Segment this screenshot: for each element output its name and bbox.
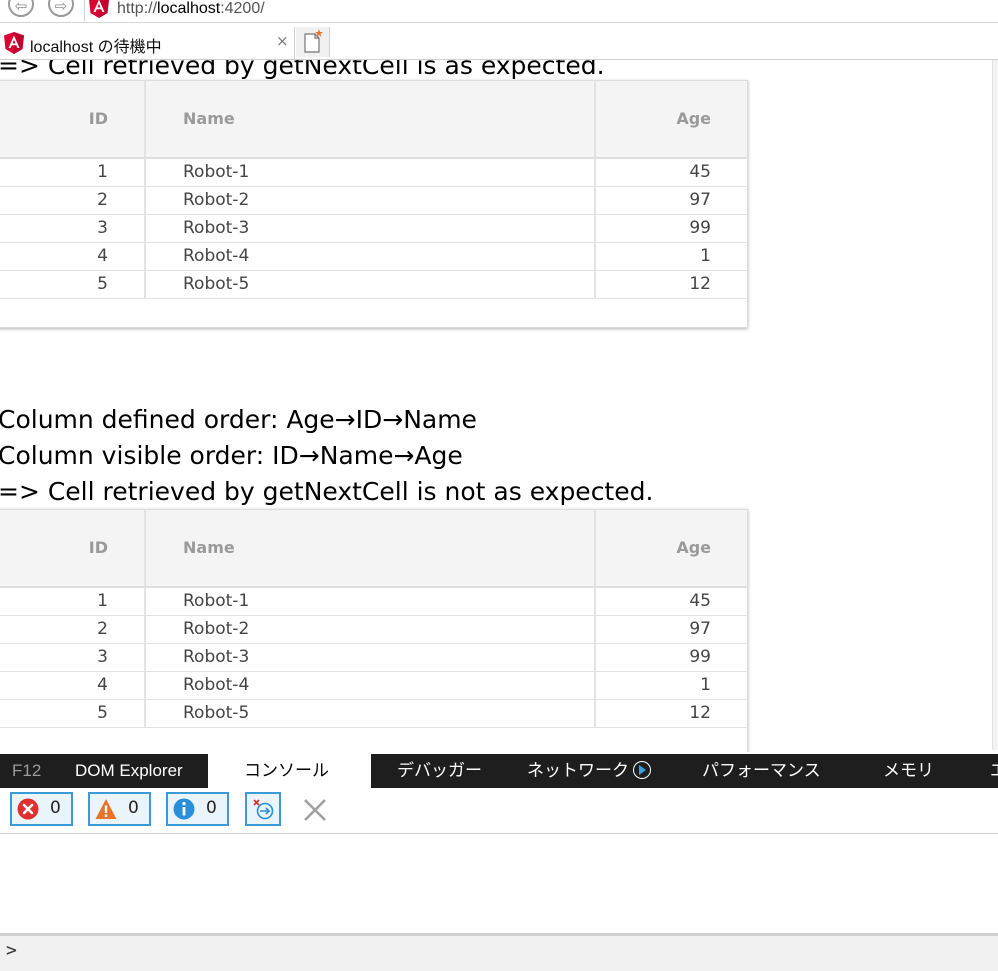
grid-header: ID Name Age	[0, 510, 747, 588]
clear-console-icon[interactable]	[302, 797, 328, 823]
defined-order-text: Column defined order: Age→ID→Name	[0, 405, 477, 434]
cell-name[interactable]: Robot-1	[146, 588, 596, 615]
tab-strip: localhost の待機中 ×	[0, 23, 998, 60]
table-row[interactable]: 3 Robot-3 99	[0, 644, 747, 672]
cell-name[interactable]: Robot-4	[146, 243, 596, 270]
clear-on-navigate-button[interactable]	[245, 792, 281, 826]
address-bar: ⇦ ⇨ http://localhost:4200/	[0, 0, 998, 23]
clear-on-navigate-icon	[253, 799, 274, 820]
cell-name[interactable]: Robot-1	[146, 159, 596, 186]
cell-id[interactable]: 4	[0, 243, 146, 270]
header-age[interactable]: Age	[596, 81, 747, 157]
cell-age[interactable]: 99	[596, 215, 747, 242]
table-row[interactable]: 2 Robot-2 97	[0, 616, 747, 644]
console-input[interactable]: >	[0, 933, 998, 971]
cell-age[interactable]: 1	[596, 243, 747, 270]
errors-filter-button[interactable]: 0	[10, 792, 73, 826]
close-icon[interactable]: ×	[276, 32, 289, 50]
url-text: http://localhost:4200/	[117, 0, 265, 17]
console-toolbar: 0 0 0	[0, 790, 998, 830]
tab-performance[interactable]: パフォーマンス	[702, 754, 821, 788]
warning-icon	[95, 799, 117, 819]
cell-age[interactable]: 97	[596, 187, 747, 214]
cell-id[interactable]: 5	[0, 700, 146, 727]
info-filter-button[interactable]: 0	[166, 792, 229, 826]
tab-memory[interactable]: メモリ	[883, 754, 934, 788]
new-tab-icon	[304, 29, 323, 53]
error-icon	[17, 798, 39, 820]
cell-name[interactable]: Robot-3	[146, 215, 596, 242]
cell-age[interactable]: 12	[596, 700, 747, 727]
tab-emulation[interactable]: エ	[990, 754, 998, 788]
table-row[interactable]: 1 Robot-1 45	[0, 159, 747, 187]
table-row[interactable]: 5 Robot-5 12	[0, 700, 747, 728]
cell-id[interactable]: 1	[0, 588, 146, 615]
cell-id[interactable]: 5	[0, 271, 146, 298]
tab-console[interactable]: コンソール	[208, 754, 371, 788]
cell-name[interactable]: Robot-5	[146, 271, 596, 298]
visible-order-text: Column visible order: ID→Name→Age	[0, 441, 463, 470]
table-row[interactable]: 4 Robot-4 1	[0, 672, 747, 700]
angular-logo-icon	[89, 0, 109, 18]
data-grid-1: ID Name Age 1 Robot-1 45 2 Robot-2 97 3 …	[0, 80, 748, 328]
cell-id[interactable]: 4	[0, 672, 146, 699]
cell-name[interactable]: Robot-2	[146, 616, 596, 643]
cell-name[interactable]: Robot-5	[146, 700, 596, 727]
cell-id[interactable]: 2	[0, 187, 146, 214]
cell-age[interactable]: 99	[596, 644, 747, 671]
cell-age[interactable]: 45	[596, 588, 747, 615]
cell-age[interactable]: 12	[596, 271, 747, 298]
cell-age[interactable]: 1	[596, 672, 747, 699]
grid-footer	[0, 299, 747, 327]
browser-tab[interactable]: localhost の待機中 ×	[0, 27, 295, 59]
cell-age[interactable]: 45	[596, 159, 747, 186]
tab-f12: F12	[12, 761, 42, 780]
url-field[interactable]: http://localhost:4200/	[84, 0, 998, 21]
header-id[interactable]: ID	[0, 510, 146, 586]
devtools-tab-bar: F12 DOM Explorer コンソール デバッガー ネットワーク パフォー…	[0, 754, 998, 788]
header-age[interactable]: Age	[596, 510, 747, 586]
back-arrow-icon[interactable]: ⇦	[8, 0, 34, 17]
data-grid-2: ID Name Age 1 Robot-1 45 2 Robot-2 97 3 …	[0, 509, 748, 752]
grid-header: ID Name Age	[0, 81, 747, 159]
cell-id[interactable]: 3	[0, 644, 146, 671]
new-tab-button[interactable]	[296, 27, 330, 57]
header-id[interactable]: ID	[0, 81, 146, 157]
cell-name[interactable]: Robot-3	[146, 644, 596, 671]
cell-id[interactable]: 3	[0, 215, 146, 242]
tab-network[interactable]: ネットワーク	[527, 754, 651, 788]
page-scrollbar[interactable]	[992, 60, 998, 750]
tab-dom-explorer[interactable]: DOM Explorer	[75, 754, 183, 788]
header-name[interactable]: Name	[146, 510, 596, 586]
cell-name[interactable]: Robot-2	[146, 187, 596, 214]
prompt-chevron-icon: >	[6, 940, 17, 961]
forward-arrow-icon[interactable]: ⇨	[48, 0, 74, 17]
table-row[interactable]: 3 Robot-3 99	[0, 215, 747, 243]
cell-age[interactable]: 97	[596, 616, 747, 643]
info-icon	[173, 798, 195, 820]
errors-count: 0	[50, 798, 61, 818]
result-text-2: => Cell retrieved by getNextCell is not …	[0, 477, 654, 506]
cell-id[interactable]: 2	[0, 616, 146, 643]
tab-title: localhost の待機中	[30, 39, 162, 56]
table-row[interactable]: 2 Robot-2 97	[0, 187, 747, 215]
grid-footer	[0, 728, 747, 752]
cell-name[interactable]: Robot-4	[146, 672, 596, 699]
devtools-panel: F12 DOM Explorer コンソール デバッガー ネットワーク パフォー…	[0, 752, 998, 971]
info-count: 0	[206, 798, 217, 818]
warnings-filter-button[interactable]: 0	[88, 792, 151, 826]
tab-debugger[interactable]: デバッガー	[397, 754, 482, 788]
cell-id[interactable]: 1	[0, 159, 146, 186]
page-content: => Cell retrieved by getNextCell is as e…	[0, 60, 992, 752]
table-row[interactable]: 1 Robot-1 45	[0, 588, 747, 616]
table-row[interactable]: 4 Robot-4 1	[0, 243, 747, 271]
tab-network-label: ネットワーク	[527, 761, 629, 780]
warnings-count: 0	[128, 798, 139, 818]
table-row[interactable]: 5 Robot-5 12	[0, 271, 747, 299]
toolbar-divider	[0, 833, 998, 834]
header-name[interactable]: Name	[146, 81, 596, 157]
angular-logo-icon	[4, 32, 24, 54]
network-record-icon	[633, 761, 651, 779]
